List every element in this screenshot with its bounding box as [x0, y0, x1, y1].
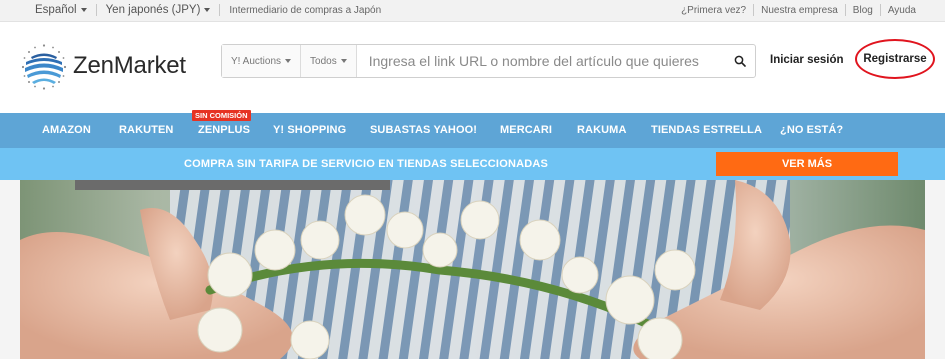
- main-nav: SIN COMISIÓN AMAZON RAKUTEN ZENPLUS Y! S…: [0, 110, 945, 148]
- language-label: Español: [35, 4, 77, 16]
- nav-item-rakuten[interactable]: RAKUTEN: [119, 124, 173, 136]
- search-button[interactable]: [725, 45, 755, 77]
- link-first-time[interactable]: ¿Primera vez?: [681, 5, 746, 16]
- currency-selector[interactable]: Yen japonés (JPY): [106, 4, 211, 16]
- source-label: Y! Auctions: [231, 55, 282, 67]
- promo-text: COMPRA SIN TARIFA DE SERVICIO EN TIENDAS…: [184, 158, 549, 170]
- search-icon: [734, 55, 746, 67]
- see-more-label: VER MÁS: [781, 158, 833, 170]
- register-label: Registrarse: [863, 53, 927, 65]
- link-help[interactable]: Ayuda: [888, 5, 916, 16]
- zenmarket-logo-icon[interactable]: [20, 43, 68, 91]
- login-link[interactable]: Iniciar sesión: [770, 54, 844, 66]
- nav-item-amazon[interactable]: AMAZON: [42, 124, 91, 136]
- nav-item-not-found[interactable]: ¿NO ESTÁ?: [780, 124, 843, 136]
- language-selector[interactable]: Español: [35, 4, 87, 16]
- top-bar: Español Yen japonés (JPY) Intermediario …: [0, 0, 945, 22]
- register-button[interactable]: Registrarse: [855, 39, 935, 79]
- site-header: ZenMarket Y! Auctions Todos Iniciar sesi…: [0, 22, 945, 113]
- nav-item-star-stores[interactable]: TIENDAS ESTRELLA: [651, 124, 762, 136]
- caret-down-icon: [285, 59, 292, 63]
- caret-down-icon: [204, 8, 211, 12]
- category-label: Todos: [310, 55, 337, 67]
- nav-item-rakuma[interactable]: RAKUMA: [577, 124, 626, 136]
- link-blog[interactable]: Blog: [853, 5, 873, 16]
- nav-item-mercari[interactable]: MERCARI: [500, 124, 552, 136]
- link-company[interactable]: Nuestra empresa: [761, 5, 838, 16]
- nav-item-zenplus[interactable]: ZENPLUS: [198, 124, 250, 136]
- caret-down-icon: [340, 59, 347, 63]
- caret-down-icon: [80, 8, 87, 12]
- promo-banner: COMPRA SIN TARIFA DE SERVICIO EN TIENDAS…: [0, 148, 945, 180]
- category-dropdown[interactable]: Todos: [301, 45, 357, 77]
- hero-image: [20, 180, 925, 359]
- currency-label: Yen japonés (JPY): [105, 4, 201, 16]
- nav-item-yahoo-auctions[interactable]: SUBASTAS YAHOO!: [370, 124, 477, 136]
- source-dropdown[interactable]: Y! Auctions: [222, 45, 302, 77]
- brand-name[interactable]: ZenMarket: [73, 52, 186, 80]
- search-bar: Y! Auctions Todos: [221, 44, 756, 78]
- nav-item-yshopping[interactable]: Y! SHOPPING: [273, 124, 346, 136]
- see-more-button[interactable]: VER MÁS: [716, 152, 898, 176]
- no-commission-badge: SIN COMISIÓN: [192, 110, 251, 121]
- search-input[interactable]: [356, 45, 725, 77]
- tagline: Intermediario de compras a Japón: [229, 4, 382, 16]
